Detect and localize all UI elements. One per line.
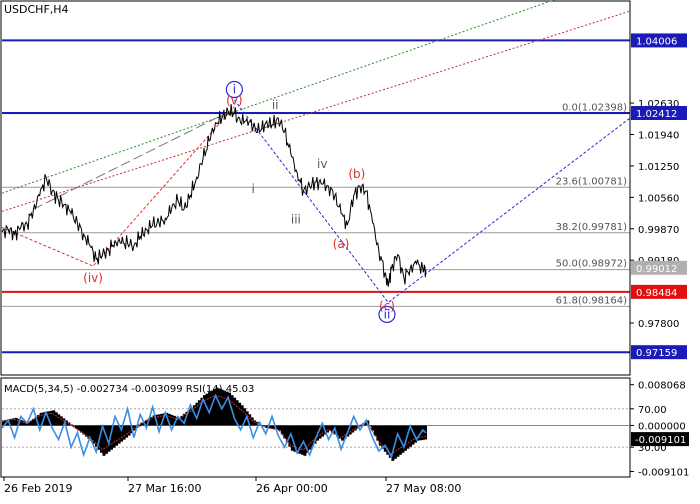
macd-value-label: -0.009101 <box>635 435 686 446</box>
indicator-label: MACD(5,34,5) -0.002734 -0.003099 RSI(14)… <box>4 384 255 395</box>
chart-window: 0.0(1.02398) 23.6(1.00781) 38.2(0.99781) 50… <box>0 0 700 500</box>
x-tick-label: 26 Feb 2019 <box>4 482 72 495</box>
wave-label: ii <box>272 98 279 112</box>
price-level-label: 0.97159 <box>636 348 677 359</box>
wave-label: (a) <box>333 237 350 251</box>
ind-tick-label: 0.000000 <box>638 421 686 432</box>
fib-label: 23.6(1.00781) <box>556 176 628 187</box>
price-level-label: 1.04006 <box>636 36 677 47</box>
ind-tick-label: 70.00 <box>638 405 667 416</box>
y-tick-label: 1.01940 <box>638 130 679 141</box>
fib-label: 38.2(0.99781) <box>556 222 628 233</box>
y-tick-label: 1.01250 <box>638 162 679 173</box>
macd-bar <box>137 425 141 427</box>
price-level-label: 1.02412 <box>636 109 677 120</box>
price-level-label: 0.98484 <box>636 288 677 299</box>
ind-tick-label: -0.009101 <box>638 467 689 478</box>
price-chart: 0.0(1.02398) 23.6(1.00781) 38.2(0.99781) 50… <box>0 0 700 500</box>
wave-label: iii <box>291 213 301 227</box>
y-tick-label: 0.99870 <box>638 225 679 236</box>
x-tick-label: 26 Apr 00:00 <box>256 482 328 495</box>
ind-tick-label: 0.008068 <box>638 381 686 392</box>
fib-label: 50.0(0.98972) <box>556 259 628 270</box>
fib-label: 61.8(0.98164) <box>556 295 628 306</box>
chart-symbol-label: USDCHF,H4 <box>4 3 69 16</box>
wave-label: i <box>252 182 255 196</box>
wave-label: (iv) <box>83 271 103 285</box>
wave-label: iv <box>317 157 327 171</box>
y-tick-label: 1.00560 <box>638 193 679 204</box>
x-tick-label: 27 Mar 16:00 <box>128 482 201 495</box>
wave-label: ii <box>384 307 391 321</box>
wave-label: (b) <box>348 167 365 181</box>
x-tick-label: 27 May 08:00 <box>386 482 461 495</box>
wave-label: (v) <box>226 93 242 107</box>
y-tick-label: 0.97800 <box>638 319 679 330</box>
price-level-label: 0.99012 <box>636 264 677 275</box>
fib-label: 0.0(1.02398) <box>562 103 627 114</box>
